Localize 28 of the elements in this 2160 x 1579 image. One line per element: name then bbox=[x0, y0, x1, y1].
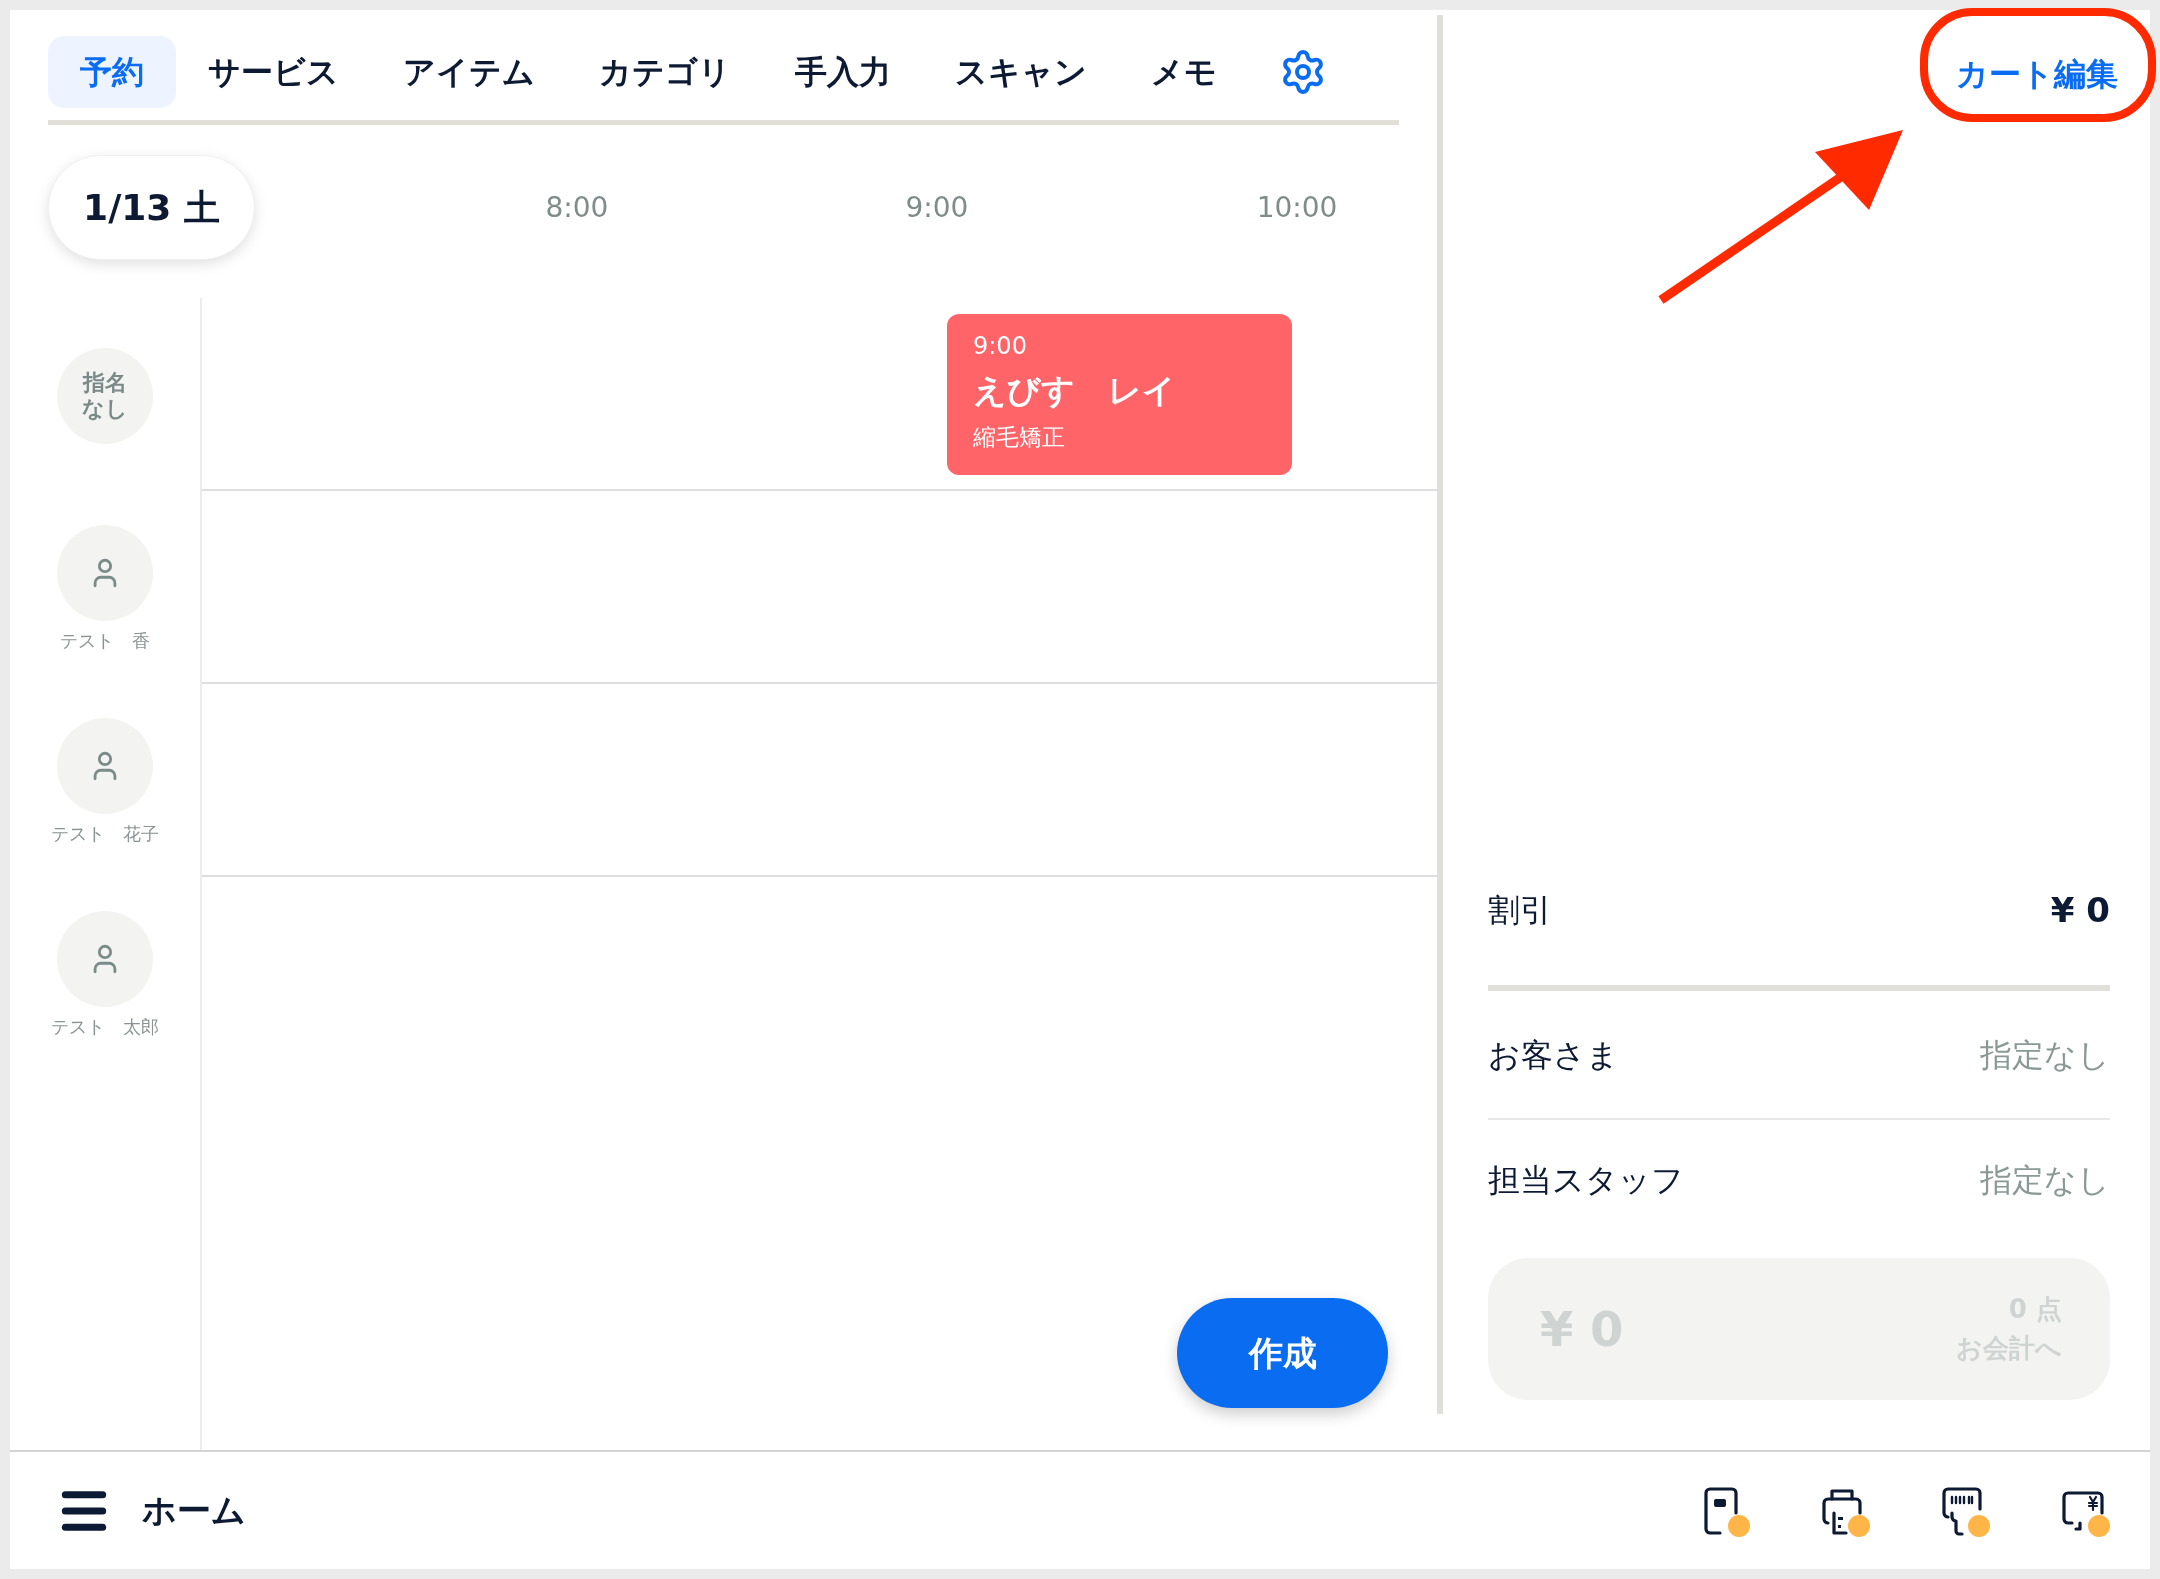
detail-label: 担当スタッフ bbox=[1488, 1160, 1684, 1201]
tab[interactable]: 予約 bbox=[48, 36, 176, 108]
tab[interactable]: カテゴリ bbox=[567, 36, 763, 108]
detail-label: お客さま bbox=[1488, 1034, 1619, 1076]
tab[interactable]: サービス bbox=[176, 36, 371, 108]
cart-edit-button[interactable]: カート編集 bbox=[1956, 54, 2118, 94]
page-title: ホーム bbox=[142, 1489, 246, 1532]
service-name: 縮毛矯正 bbox=[973, 422, 1066, 452]
customer-name: えびす レイ bbox=[973, 370, 1177, 412]
create-button[interactable]: 作成 bbox=[1177, 1298, 1388, 1408]
detail-value[interactable]: 指定なし bbox=[1980, 1030, 2110, 1079]
time-label: 10:00 bbox=[1255, 189, 1339, 226]
no-preference-avatar[interactable]: 指名なし bbox=[57, 348, 153, 444]
tab[interactable]: メモ bbox=[1119, 36, 1249, 108]
time-label: 9:00 bbox=[904, 189, 970, 226]
time-label: 8:00 bbox=[544, 189, 610, 226]
staff-name: テスト 太郎 bbox=[51, 1015, 159, 1039]
discount-value: ¥ 0 bbox=[2050, 888, 2110, 932]
detail-value[interactable]: 指定なし bbox=[1980, 1156, 2110, 1204]
staff-name: テスト 花子 bbox=[51, 822, 159, 846]
appointment-time: 9:00 bbox=[973, 331, 1028, 362]
tab[interactable]: 手入力 bbox=[763, 36, 923, 108]
tab[interactable]: スキャン bbox=[923, 36, 1119, 108]
date-button[interactable]: 1/13 土 bbox=[48, 155, 255, 260]
tab[interactable]: アイテム bbox=[371, 36, 567, 108]
appointment-card[interactable]: 9:00 えびす レイ 縮毛矯正 bbox=[947, 314, 1292, 475]
discount-label: 割引 bbox=[1488, 890, 1552, 931]
staff-name: テスト 香 bbox=[60, 629, 150, 653]
